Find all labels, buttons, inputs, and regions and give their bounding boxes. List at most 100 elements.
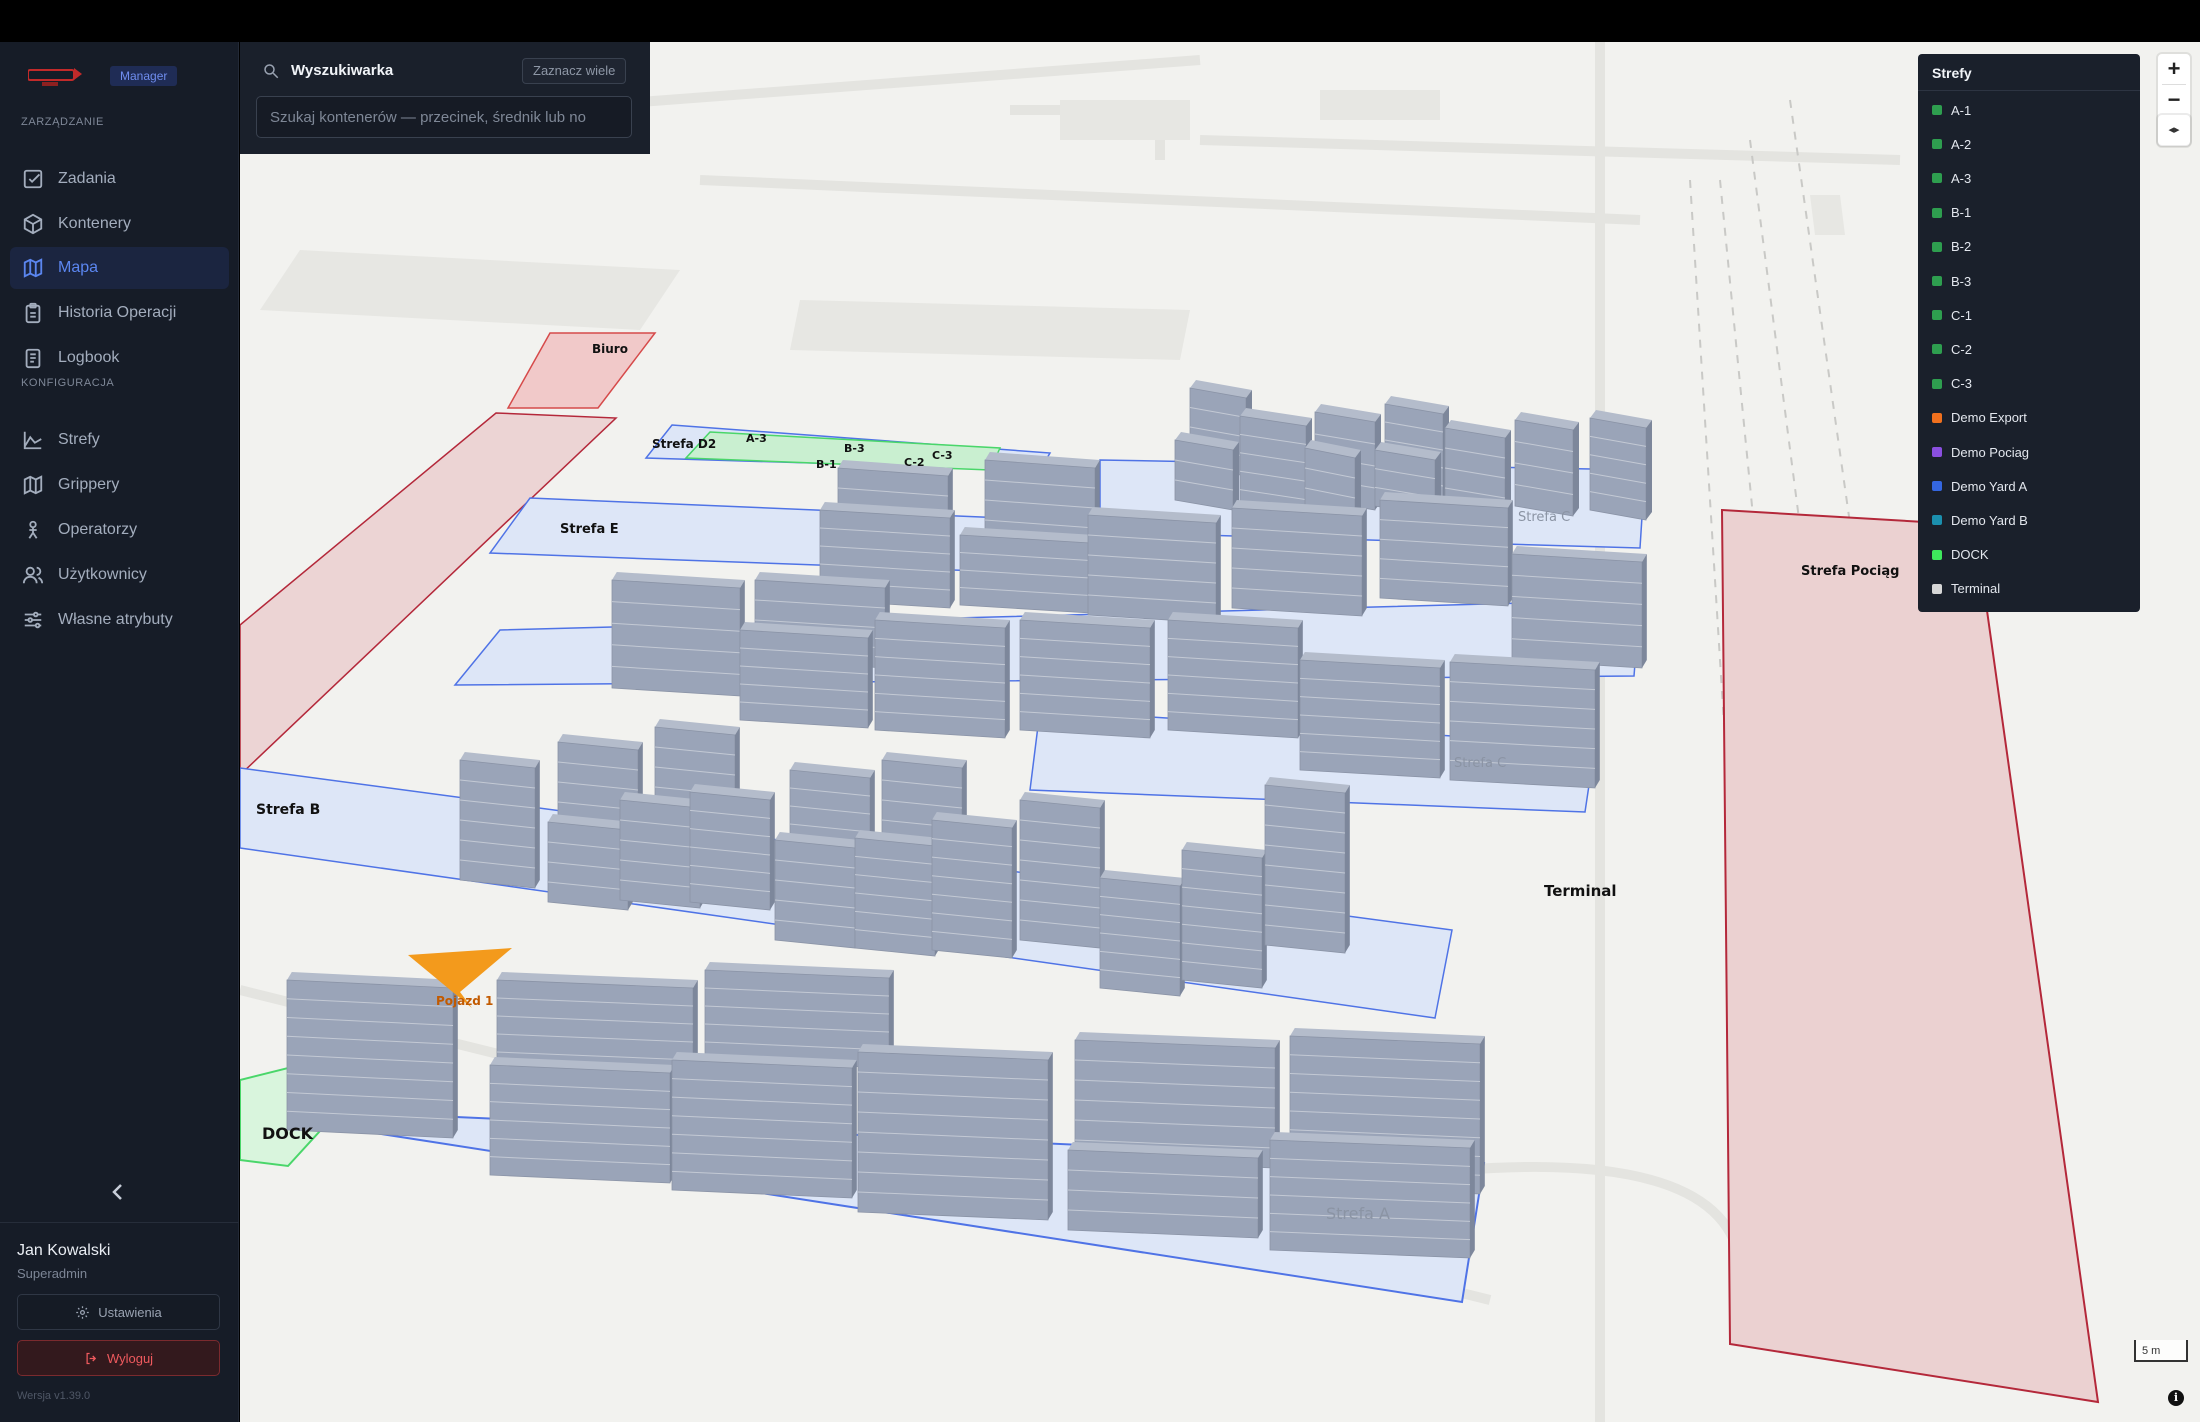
label-dock: DOCK [262,1124,314,1143]
container-stack[interactable] [1174,432,1239,511]
container-stack[interactable] [459,752,540,889]
zone-color-swatch [1932,583,1942,594]
zone-legend-item[interactable]: DOCK [1932,545,1989,565]
container-stack[interactable] [1087,507,1221,624]
zone-legend-item[interactable]: C-2 [1932,339,1972,359]
container-stack[interactable] [874,612,1010,739]
box-icon [23,213,43,235]
zoom-out-button[interactable]: − [2158,85,2190,115]
nav-item-zadania[interactable]: Zadania [10,158,229,200]
container-stack[interactable] [1231,500,1367,617]
map-icon [23,258,43,278]
container-stack[interactable] [1167,612,1303,739]
sliders-icon [24,611,42,629]
zone-strefa-pociag[interactable] [1720,508,2100,1404]
nav-item-wlasne-atrybuty[interactable]: Własne atrybuty [10,599,229,641]
sidebar: Manager ZARZĄDZANIE Zadania Kontenery Ma… [0,42,239,1422]
zone-legend-label: A-1 [1951,102,1972,118]
container-stack[interactable] [1264,777,1350,954]
zone-color-swatch [1932,481,1942,492]
container-search-input[interactable] [256,96,632,138]
zone-legend-item[interactable]: Demo Export [1932,408,2027,428]
zone-legend-item[interactable]: C-1 [1932,305,1972,325]
container-stack[interactable] [857,1044,1053,1221]
zone-legend-item[interactable]: A-3 [1932,168,1971,188]
container-stack[interactable] [489,1057,675,1184]
nav-item-operatorzy[interactable]: Operatorzy [10,509,229,551]
zone-legend-label: Demo Yard B [1951,512,2028,528]
zone-export-red[interactable] [240,412,618,777]
nav-item-logbook[interactable]: Logbook [10,337,229,379]
multi-select-button[interactable]: Zaznacz wiele [522,58,627,84]
container-stack[interactable] [1589,410,1652,521]
nav-item-grippery[interactable]: Grippery [10,464,229,506]
zone-legend-item[interactable]: C-3 [1932,374,1972,394]
container-stack[interactable] [1299,652,1445,779]
collapse-sidebar-button[interactable] [106,1180,130,1204]
zone-legend-item[interactable]: B-1 [1932,203,1971,223]
zone-legend-item[interactable]: Terminal [1932,579,2000,599]
label-strefa-c: Strefa C [1454,756,1507,771]
zone-legend-item[interactable]: B-3 [1932,271,1971,291]
zone-legend-item[interactable]: A-1 [1932,100,1971,120]
container-stack[interactable] [1019,612,1155,739]
container-stack[interactable] [1514,412,1579,517]
label-c3: C-3 [932,449,953,462]
zoom-in-button[interactable]: + [2158,54,2190,84]
nav-item-label: Strefy [58,431,100,448]
person-icon [28,520,38,539]
nav-item-label: Zadania [58,170,116,187]
container-stack[interactable] [774,832,860,949]
nav-item-label: Własne atrybuty [58,611,173,628]
zone-color-swatch [1932,139,1942,150]
zone-legend-label: B-2 [1951,239,1972,255]
info-button[interactable]: i [2168,1390,2184,1406]
zone-legend-item[interactable]: Demo Pociag [1932,442,2029,462]
compass-button[interactable]: ◂▸ [2158,115,2190,145]
map-scene[interactable] [240,42,2200,1422]
nav-item-label: Grippery [58,476,120,493]
label-strefa-b: Strefa B [256,802,321,818]
container-stack[interactable] [1511,546,1647,669]
zone-legend-item[interactable]: A-2 [1932,134,1971,154]
zone-legend-item[interactable]: B-2 [1932,237,1971,257]
container-stack[interactable] [854,830,940,957]
container-stack[interactable] [611,572,745,697]
user-role: Superadmin [17,1266,88,1281]
logout-button[interactable]: Wyloguj [17,1340,220,1376]
container-stack[interactable] [1181,842,1267,989]
zone-color-swatch [1932,447,1942,457]
zone-legend-item[interactable]: Demo Yard B [1932,510,2028,530]
container-stack[interactable] [1099,870,1185,997]
map-canvas[interactable]: Biuro Strefa D2 A-3 B-3 B-1 C-2 C-3 Stre… [240,42,2200,1422]
container-stack[interactable] [1019,792,1105,949]
nav-item-kontenery[interactable]: Kontenery [10,203,229,245]
container-stack[interactable] [1067,1142,1263,1239]
zone-biuro[interactable] [506,332,657,409]
container-stack[interactable] [671,1052,857,1199]
nav-item-historia-operacji[interactable]: Historia Operacji [10,292,229,334]
nav-item-strefy[interactable]: Strefy [10,419,229,461]
nav-item-mapa[interactable]: Mapa [10,247,229,289]
app-logo [28,68,82,86]
container-stack[interactable] [931,812,1017,959]
notebook-icon [25,348,41,369]
settings-button[interactable]: Ustawienia [17,1294,220,1330]
zone-legend-item[interactable]: Demo Yard A [1932,476,2027,496]
zone-legend-label: A-3 [1951,170,1972,186]
container-stack[interactable] [1379,492,1513,607]
zone-legend-label: C-1 [1951,307,1972,323]
container-stack[interactable] [689,784,775,911]
container-stack[interactable] [1269,1132,1475,1259]
users-icon [22,566,44,584]
window-top-bar [0,0,2200,42]
zone-legend-label: B-3 [1951,273,1972,289]
zone-legend-label: C-2 [1951,341,1972,357]
area-chart-icon [23,431,42,450]
container-stack[interactable] [959,527,1095,614]
nav-item-uzytkownicy[interactable]: Użytkownicy [10,554,229,596]
container-stack[interactable] [739,622,873,729]
container-stack[interactable] [286,972,458,1139]
zone-color-swatch [1932,173,1942,184]
app-version: Wersja v1.39.0 [17,1390,91,1402]
